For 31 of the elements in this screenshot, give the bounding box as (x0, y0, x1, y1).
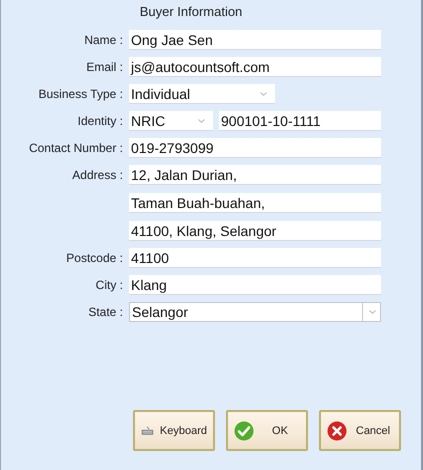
text-field[interactable]: 019-2793099 (129, 138, 381, 158)
text-field[interactable]: js@autocountsoft.com (129, 57, 381, 77)
field-label: Name : (83, 32, 124, 49)
field-label: City : (94, 277, 124, 294)
text-field[interactable]: Ong Jae Sen (129, 30, 381, 50)
dropdown-caret-icon (369, 310, 376, 314)
dropdown-field[interactable]: NRIC (129, 111, 213, 131)
cancel-button[interactable]: Cancel (319, 410, 401, 451)
text-field[interactable]: 41100, Klang, Selangor (129, 221, 381, 241)
field-label: Postcode : (65, 250, 124, 267)
dropdown-field[interactable]: Individual (129, 84, 275, 104)
text-field[interactable]: 41100 (129, 248, 381, 268)
field-label: Contact Number : (28, 140, 124, 157)
text-field[interactable]: Taman Buah-buahan, (129, 193, 381, 213)
ok-button[interactable]: OK (226, 410, 308, 451)
dropdown-field[interactable]: Selangor (129, 302, 381, 322)
field-label: State : (87, 304, 124, 321)
field-label: Business Type : (38, 86, 124, 103)
text-field[interactable]: 12, Jalan Durian, (129, 165, 381, 185)
field-label: Identity : (76, 113, 124, 130)
field-label: Email : (85, 59, 124, 76)
dialog-title: Buyer Information (138, 3, 244, 21)
dropdown-caret-icon (260, 92, 267, 96)
cancel-icon (327, 420, 347, 440)
keyboard-button[interactable]: Keyboard (133, 410, 215, 451)
text-field[interactable]: 900101-10-1111 (219, 111, 381, 131)
dropdown-caret-icon (198, 118, 205, 122)
field-label: Address : (71, 167, 124, 184)
check-icon (234, 420, 254, 440)
text-field[interactable]: Klang (129, 275, 381, 295)
keyboard-icon (141, 424, 154, 438)
